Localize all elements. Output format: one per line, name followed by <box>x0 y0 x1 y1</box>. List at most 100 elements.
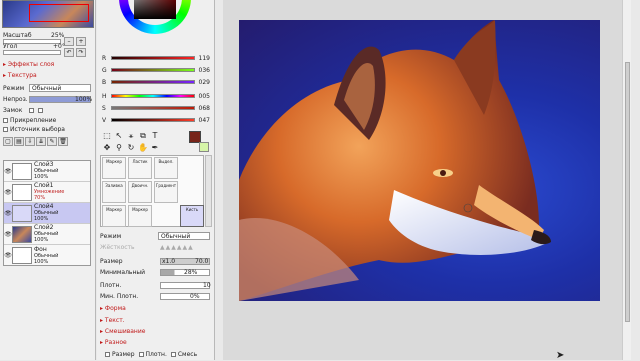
move-layer-icon[interactable]: ⧉ <box>138 131 148 141</box>
blending-section[interactable]: ▸ Смешивание <box>100 328 145 335</box>
fox-painting <box>239 20 551 301</box>
saturation-value-square[interactable] <box>134 0 176 19</box>
layer-item[interactable]: 👁 Слой2 Обычный 100% <box>4 224 90 245</box>
visibility-eye-icon[interactable]: 👁 <box>4 168 12 175</box>
angle-slider[interactable] <box>3 50 61 55</box>
eyedropper-icon[interactable]: ✒ <box>150 143 160 153</box>
lasso-icon[interactable]: ↖ <box>114 131 124 141</box>
rotate-icon[interactable]: ↻ <box>126 143 136 153</box>
opacity-row: Непроз. 100% <box>3 95 92 103</box>
delete-layer-icon[interactable]: 🗑 <box>58 137 68 146</box>
size-row: Размер x1.0 70.0 <box>100 257 210 265</box>
tool-grid-scrollbar[interactable] <box>205 155 212 227</box>
angle-row: Угол +0° <box>3 42 65 50</box>
navigator-thumbnail[interactable] <box>2 0 94 28</box>
blue-slider-row: B 029 <box>100 78 212 88</box>
tool-label: Заливка <box>105 183 123 188</box>
blue-slider[interactable] <box>111 80 195 84</box>
tool-brush-selected[interactable]: Кисть <box>180 205 204 227</box>
density-checkbox[interactable] <box>138 351 144 357</box>
visibility-eye-icon[interactable]: 👁 <box>4 252 12 259</box>
layer-item[interactable]: 👁 Слой1 Умножение 70% <box>4 182 90 203</box>
scrollbar-thumb[interactable] <box>625 62 630 322</box>
hue-slider[interactable] <box>111 94 195 98</box>
vertical-scrollbar[interactable] <box>622 0 631 360</box>
visibility-eye-icon[interactable]: 👁 <box>4 231 12 238</box>
tool-label: Маркер <box>106 159 122 164</box>
viewport-box[interactable] <box>29 4 89 22</box>
merge-icon[interactable]: ⇊ <box>36 137 46 146</box>
red-value: 119 <box>198 55 210 62</box>
new-folder-icon[interactable]: ▤ <box>14 137 24 146</box>
wand-icon[interactable]: ⚹ <box>126 131 136 141</box>
clear-icon[interactable]: ✎ <box>47 137 57 146</box>
canvas-artwork[interactable] <box>239 20 600 301</box>
layer-list: 👁 Слой3 Обычный 100% 👁 Слой1 Умножение 70% 👁… <box>3 160 91 266</box>
tool-label: Градиент <box>155 183 177 188</box>
brush-mode-select[interactable]: Обычный <box>158 232 210 240</box>
hand-icon[interactable]: ✋ <box>138 143 148 153</box>
tool-label: Выдел. <box>158 159 174 164</box>
rotate-left-button[interactable]: ↶ <box>64 48 74 57</box>
hue-value: 005 <box>198 93 210 100</box>
source-row[interactable]: Источник выбора <box>3 125 65 133</box>
layer-effects-section[interactable]: ▸ Эффекты слоя <box>3 61 54 68</box>
green-slider-row: G 036 <box>100 66 212 76</box>
mode-label: Режим <box>3 84 25 92</box>
visibility-eye-icon[interactable]: 👁 <box>4 189 12 196</box>
saturation-slider[interactable] <box>111 106 195 110</box>
hardness-shapes[interactable]: ▲▲▲▲▲▲ <box>160 244 194 251</box>
hue-slider-row: H 005 <box>100 92 212 102</box>
tool-marker-2[interactable]: Маркер <box>102 205 126 227</box>
min-density-slider[interactable] <box>160 292 210 300</box>
layer-item[interactable]: 👁 Фон Обычный 100% <box>4 245 90 266</box>
texture-section[interactable]: ▸ Текстура <box>3 72 37 79</box>
tool-gradient[interactable]: Градиент <box>154 181 178 203</box>
canvas-area[interactable]: ➤ <box>223 0 631 361</box>
new-layer-icon[interactable]: ▢ <box>3 137 13 146</box>
value-slider[interactable] <box>111 118 195 122</box>
mode-select[interactable]: Обычный <box>29 84 91 92</box>
texture-section[interactable]: ▸ Текст. <box>100 317 125 324</box>
tool-marker-3[interactable]: Маркер <box>128 205 152 227</box>
lock-alpha-checkbox[interactable] <box>38 107 43 113</box>
size-checkbox[interactable] <box>105 351 110 357</box>
source-checkbox[interactable] <box>3 126 8 132</box>
tool-eraser[interactable]: Ластик <box>128 157 152 179</box>
size-label: Размер <box>100 257 123 265</box>
layer-panel: Масштаб 25% – + Угол +0° ↶ ↷ ▸ Эффекты с… <box>0 0 96 360</box>
tool-label: Маркер <box>106 207 122 212</box>
tool-binary[interactable]: Двоичн. <box>128 181 152 203</box>
tool-label: Кисть <box>185 207 199 212</box>
rotate-right-button[interactable]: ↷ <box>76 48 86 57</box>
tool-select[interactable]: Выдел. <box>154 157 178 179</box>
select-rect-icon[interactable]: ⬚ <box>102 131 112 141</box>
layer-item[interactable]: 👁 Слой3 Обычный 100% <box>4 161 90 182</box>
zoom-in-button[interactable]: + <box>76 37 86 46</box>
move-icon[interactable]: ✥ <box>102 143 112 153</box>
zoom-icon[interactable]: ⚲ <box>114 143 124 153</box>
size-multiplier[interactable]: x1.0 <box>162 258 175 265</box>
transfer-icon[interactable]: ⇩ <box>25 137 35 146</box>
text-tool-icon[interactable]: T <box>150 131 160 141</box>
misc-section[interactable]: ▸ Разное <box>100 339 127 346</box>
hardness-row: Жёсткость ▲▲▲▲▲▲ <box>100 243 193 251</box>
red-slider[interactable] <box>111 56 195 60</box>
zoom-out-button[interactable]: – <box>64 37 74 46</box>
tool-fill[interactable]: Заливка <box>102 181 126 203</box>
blend-checkbox[interactable] <box>170 351 176 357</box>
hardness-label: Жёсткость <box>100 243 135 251</box>
layer-item-selected[interactable]: 👁 Слой4 Обычный 100% <box>4 203 90 224</box>
lock-checkbox[interactable] <box>29 107 34 113</box>
tool-label: Двоичн. <box>131 183 149 188</box>
green-slider[interactable] <box>111 68 195 72</box>
clip-row[interactable]: Прикрепление <box>3 116 56 124</box>
clip-checkbox[interactable] <box>3 117 8 123</box>
mode-row: Режим Обычный <box>3 84 91 92</box>
tool-marker[interactable]: Маркер <box>102 157 126 179</box>
color-wheel[interactable] <box>119 0 191 34</box>
secondary-color-swatch[interactable] <box>199 142 209 152</box>
visibility-eye-icon[interactable]: 👁 <box>4 210 12 217</box>
angle-label: Угол <box>3 42 18 50</box>
form-section[interactable]: ▸ Форма <box>100 305 126 312</box>
